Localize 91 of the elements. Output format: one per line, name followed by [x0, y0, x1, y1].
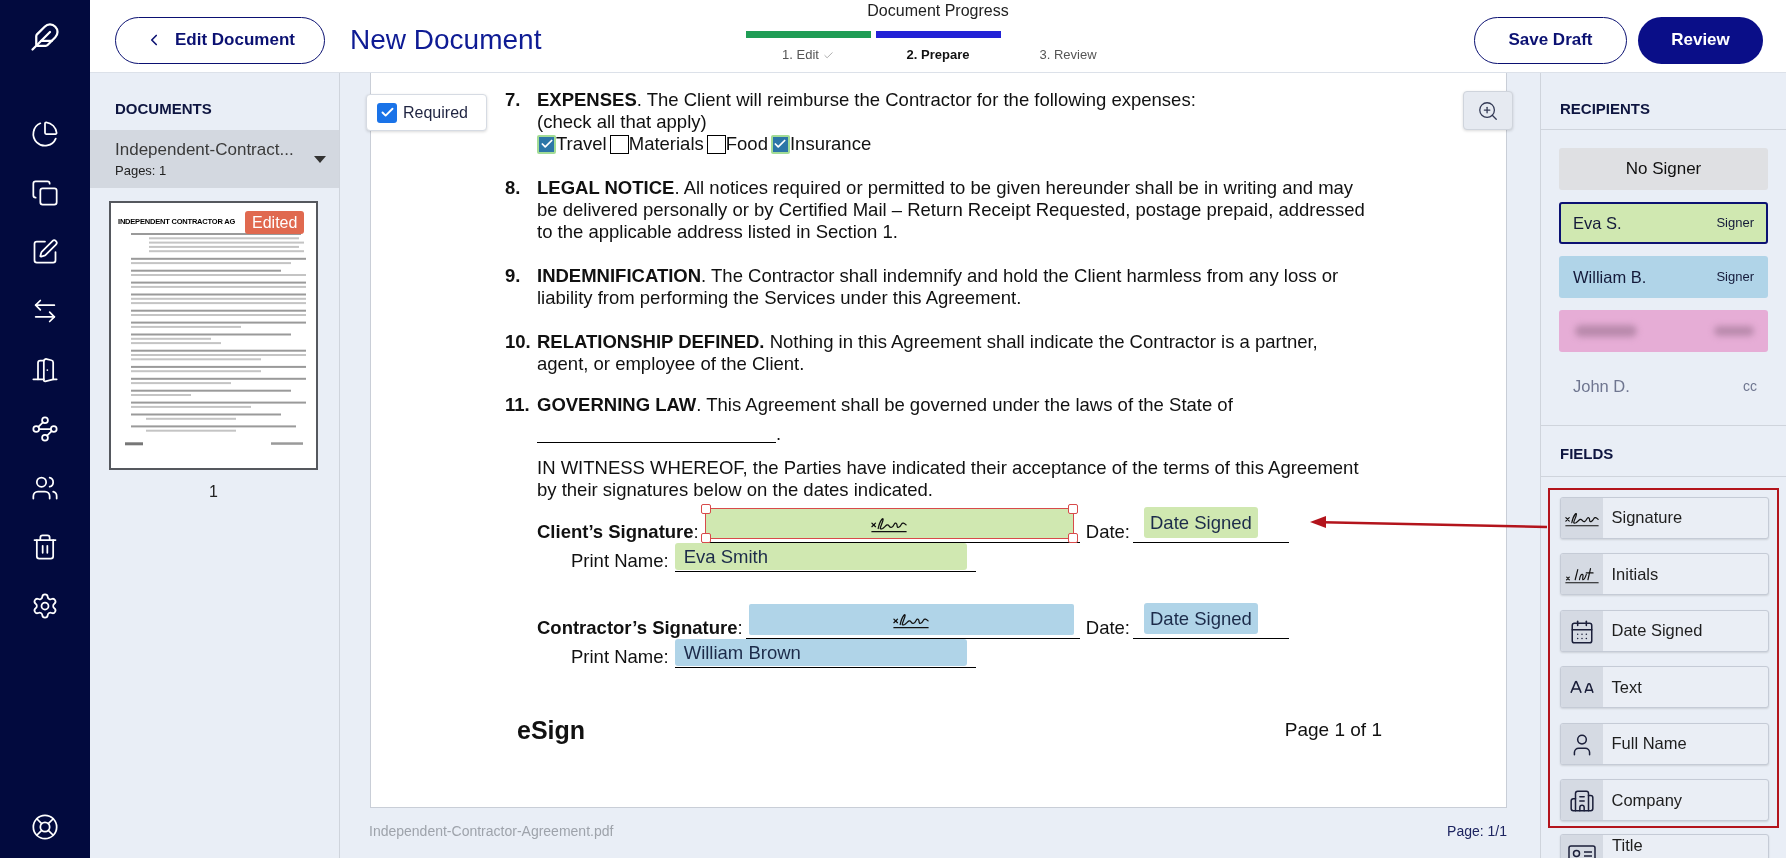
page-indicator: Page 1 of 1 [1284, 719, 1382, 741]
panel-heading: FIELDS [1560, 445, 1615, 463]
option-label: Insurance [789, 133, 872, 155]
edited-badge: Edited [245, 211, 305, 234]
page-title: New Document [350, 23, 542, 57]
field-item[interactable]: Signature [1559, 496, 1769, 539]
check-icon [773, 137, 788, 151]
option-label: Food [725, 133, 768, 155]
signature-icon [1560, 497, 1603, 538]
section-number: 8. [505, 177, 522, 200]
save-draft-button[interactable]: Save Draft [1474, 16, 1627, 64]
witness-text: IN WITNESS WHEREOF, the Parties have indicated their acceptance of the terms of this Agreement by their signatures below on the dates indicated. [537, 457, 1360, 501]
progress-title: Document Progress [867, 1, 1009, 21]
progress-step[interactable]: 1. Edit [782, 47, 819, 63]
section-number: 11. [505, 394, 531, 417]
page-number: 1 [208, 482, 219, 502]
panel-heading: RECIPIENTS [1560, 100, 1651, 118]
field-item[interactable]: Full Name [1559, 722, 1769, 765]
recipient-item[interactable]: William B. Signer [1559, 256, 1768, 298]
field-item[interactable]: Initials [1559, 553, 1769, 595]
field-item[interactable]: Title [1560, 834, 1769, 858]
date-label: Date: [1085, 521, 1130, 543]
page-count: Page: 1/1 [1447, 822, 1507, 841]
file-name: Independent-Contractor-Agreement.pdf [369, 822, 614, 841]
recipient-name: William B. [1573, 266, 1647, 288]
document-pages: Pages: 1 [115, 162, 168, 179]
resize-handle[interactable] [1067, 504, 1078, 514]
name-field[interactable]: Eva Smith [674, 543, 967, 570]
option-label: Travel [556, 133, 607, 155]
print-name-label: Print Name: [571, 550, 669, 572]
field-item[interactable]: Company [1559, 779, 1769, 821]
calendar-icon [1560, 610, 1603, 651]
panel-heading: DOCUMENTS [114, 99, 213, 118]
lifebuoy-icon[interactable] [31, 813, 59, 841]
resize-handle[interactable] [700, 504, 711, 514]
network-icon[interactable] [31, 415, 59, 443]
field-item[interactable]: Date Signed [1559, 609, 1769, 652]
recipient-role: Signer [1716, 268, 1754, 287]
date-signed-field[interactable]: Date Signed [1144, 603, 1258, 634]
pie-chart-icon[interactable] [31, 120, 59, 148]
copy-icon[interactable] [31, 179, 59, 207]
recipient-item[interactable]: Eva S. Signer [1559, 202, 1768, 244]
section-number: 9. [505, 265, 522, 288]
zoom-in-icon [1477, 99, 1499, 122]
check-icon [539, 137, 554, 151]
text-size-icon [1560, 667, 1603, 707]
recipient-role: cc [1743, 376, 1757, 396]
blurred-role [1714, 326, 1754, 336]
esign-logo: eSign [517, 716, 586, 744]
door-icon[interactable] [31, 356, 59, 384]
option-label: Materials [628, 133, 704, 155]
document-item[interactable]: Independent-Contract... Pages: 1 [90, 130, 339, 188]
print-name-label: Print Name: [571, 646, 669, 668]
recipient-role: Signer [1716, 214, 1754, 233]
progress-step[interactable]: 2. Prepare [906, 47, 970, 63]
section-number: 10. [505, 331, 532, 354]
date-label: Date: [1085, 617, 1130, 639]
document-name: Independent-Contract... [115, 139, 294, 160]
section-text: GOVERNING LAW. This Agreement shall be governed under the laws of the State of [537, 394, 1233, 416]
recipient-item[interactable]: John D. cc [1559, 365, 1768, 407]
user-icon [1560, 723, 1603, 764]
users-icon[interactable] [31, 474, 59, 502]
section-text: EXPENSES. The Client will reimburse the Contractor for the following expenses: (check all that apply) [537, 89, 1196, 133]
checkbox[interactable] [706, 134, 726, 154]
blank-period: . [776, 424, 782, 443]
progress-step[interactable]: 3. Review [1039, 47, 1097, 63]
section-number: 7. [505, 89, 522, 112]
zoom-button[interactable] [1463, 91, 1513, 130]
name-field[interactable]: William Brown [674, 639, 967, 666]
resize-handle[interactable] [1067, 533, 1078, 543]
review-button[interactable]: Review [1638, 16, 1763, 64]
signature-label: Client’s Signature: [537, 521, 699, 543]
signature-label: Contractor’s Signature: [537, 617, 743, 639]
trash-icon[interactable] [31, 533, 59, 561]
initials-icon [1560, 554, 1603, 594]
blurred-name [1575, 325, 1637, 337]
section-text: INDEMNIFICATION. The Contractor shall indemnify and hold the Client harmless from any loss or liability from performing the Services under this Agreement. [537, 265, 1339, 309]
settings-icon[interactable] [31, 592, 59, 620]
section-text: LEGAL NOTICE. All notices required or permitted to be given hereunder shall be in writing and may be delivered personally or by Certified Mail – Return Receipt Requested, postage prepaid, addressed to the applicable address listed in Section 1. [537, 177, 1365, 243]
field-item[interactable]: Text [1559, 666, 1769, 708]
caret-down-icon[interactable] [314, 155, 326, 163]
checkbox[interactable] [609, 134, 629, 154]
recipient-name: John D. [1573, 375, 1630, 397]
feather-logo-icon[interactable] [30, 21, 60, 52]
recipient-name: Eva S. [1573, 212, 1622, 234]
recipient-item[interactable]: No Signer [1559, 148, 1768, 190]
building-icon [1560, 780, 1603, 820]
required-toggle[interactable]: Required [366, 94, 487, 131]
section-text: RELATIONSHIP DEFINED. Nothing in this Agreement shall indicate the Contractor is a partner, agent, or employee of the Client. [537, 331, 1318, 375]
date-signed-field[interactable]: Date Signed [1144, 507, 1258, 538]
edit-icon[interactable] [31, 238, 59, 266]
